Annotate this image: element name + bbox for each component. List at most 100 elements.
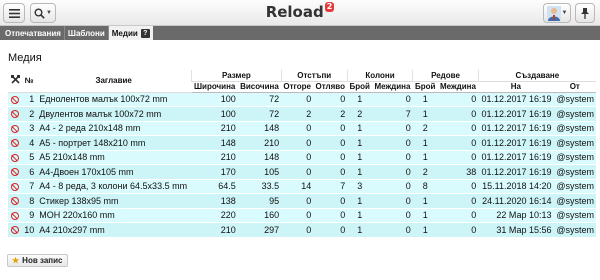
app-title-wrap: Reload 2 — [0, 2, 600, 21]
delete-icon[interactable] — [11, 110, 19, 119]
row-col-count: 1 — [347, 92, 373, 107]
row-action-cell — [8, 135, 22, 151]
row-row-count: 1 — [412, 222, 438, 238]
row-col-gap: 0 — [372, 92, 413, 107]
table-row[interactable]: 1 Еднолентов малък 100x72 mm 100 72 0 0 1 0 1 0 01… — [8, 92, 596, 107]
group-header-columns: Колони — [346, 70, 413, 82]
row-no: 1 — [22, 92, 37, 107]
row-left: 0 — [313, 150, 348, 165]
notification-badge[interactable]: 2 — [324, 2, 335, 12]
row-title[interactable]: A4 210x297 mm — [36, 222, 192, 238]
row-top: 0 — [281, 92, 314, 107]
row-title[interactable]: A4-Двоен 170x105 mm — [36, 164, 192, 180]
row-row-count: 1 — [412, 208, 438, 223]
row-title[interactable]: A5 210x148 mm — [36, 150, 192, 165]
table-row[interactable]: 7 A4 - 8 реда, 3 колони 64.5x33.5 mm 64.5 3… — [8, 179, 596, 194]
pin-icon — [581, 7, 589, 19]
row-col-gap: 0 — [372, 193, 413, 209]
tab-prints[interactable]: Отпечатвания — [2, 26, 65, 40]
row-no: 6 — [22, 164, 37, 180]
row-title[interactable]: Еднолентов малък 100x72 mm — [36, 92, 192, 107]
row-no: 10 — [22, 222, 37, 238]
media-table: № Заглавие Размер Отстъпи Колони Редове … — [8, 70, 596, 238]
row-no: 5 — [22, 150, 37, 165]
row-col-gap: 0 — [372, 121, 413, 136]
row-created-on: 24.11.2020 16:14 — [478, 193, 554, 209]
row-top: 0 — [281, 164, 314, 180]
row-left: 0 — [313, 222, 348, 238]
row-left: 2 — [313, 106, 348, 122]
table-row[interactable]: 2 Двулентов малък 100x72 mm 100 72 2 2 2 7 1 0 01.… — [8, 106, 596, 122]
row-action-cell — [8, 121, 22, 136]
col-header-created-by[interactable]: От — [553, 81, 596, 93]
row-row-gap: 0 — [437, 150, 479, 165]
row-action-cell — [8, 222, 22, 238]
row-title[interactable]: A4 - 8 реда, 3 колони 64.5x33.5 mm — [36, 179, 192, 194]
row-col-gap: 0 — [372, 150, 413, 165]
row-row-count: 2 — [412, 121, 438, 136]
table-row[interactable]: 6 A4-Двоен 170x105 mm 170 105 0 0 1 0 2 38 01.12.2… — [8, 164, 596, 180]
col-header-height[interactable]: Височина — [237, 81, 282, 93]
delete-icon[interactable] — [11, 95, 19, 104]
row-left: 7 — [313, 179, 348, 194]
user-menu-button[interactable]: ▼ — [543, 3, 571, 23]
col-header-col-count[interactable]: Брой — [347, 81, 373, 93]
delete-icon[interactable] — [11, 153, 19, 162]
row-title[interactable]: Стикер 138x95 mm — [36, 193, 192, 209]
col-header-col-gap[interactable]: Междина — [372, 81, 413, 93]
col-header-title[interactable]: Заглавие — [36, 70, 192, 93]
row-left: 0 — [313, 121, 348, 136]
delete-icon[interactable] — [11, 211, 19, 220]
table-row[interactable]: 8 Стикер 138x95 mm 138 95 0 0 1 0 1 0 24.11.2020 1… — [8, 193, 596, 209]
table-row[interactable]: 9 MOH 220x160 mm 220 160 0 0 1 0 1 0 22 Мар 10:13 @… — [8, 208, 596, 223]
row-row-count: 8 — [412, 179, 438, 194]
row-title[interactable]: Двулентов малък 100x72 mm — [36, 106, 192, 122]
row-row-gap: 0 — [437, 92, 479, 107]
col-header-created-on[interactable]: На — [478, 81, 554, 93]
new-record-button[interactable]: ★ Нов запис — [7, 254, 68, 267]
delete-icon[interactable] — [11, 168, 19, 177]
col-header-width[interactable]: Широчина — [191, 81, 238, 93]
table-row[interactable]: 5 A5 210x148 mm 210 148 0 0 1 0 1 0 01.12.2017 16:… — [8, 150, 596, 165]
col-header-row-gap[interactable]: Междина — [437, 81, 479, 93]
table-row[interactable]: 3 A4 - 2 реда 210x148 mm 210 148 0 0 1 0 2 0 01.12… — [8, 121, 596, 136]
tools-icon — [10, 75, 20, 84]
delete-icon[interactable] — [11, 182, 19, 191]
table-row[interactable]: 10 A4 210x297 mm 210 297 0 0 1 0 1 0 31 Мар 15:56 @… — [8, 222, 596, 238]
row-height: 72 — [237, 92, 282, 107]
row-left: 0 — [313, 164, 348, 180]
help-icon[interactable]: ? — [140, 28, 150, 38]
col-header-left[interactable]: Отляво — [313, 81, 348, 93]
page-title: Медия — [8, 52, 42, 64]
delete-icon[interactable] — [11, 139, 19, 148]
delete-icon[interactable] — [11, 197, 19, 206]
row-action-cell — [8, 208, 22, 223]
table-row[interactable]: 4 A5 - портрет 148x210 mm 148 210 0 0 1 0 1 0 01.1… — [8, 135, 596, 151]
col-header-row-count[interactable]: Брой — [412, 81, 438, 93]
row-created-by: @system — [553, 106, 596, 122]
row-col-count: 2 — [347, 106, 373, 122]
row-row-count: 1 — [412, 92, 438, 107]
row-no: 4 — [22, 135, 37, 151]
delete-icon[interactable] — [11, 124, 19, 133]
row-title[interactable]: A5 - портрет 148x210 mm — [36, 135, 192, 151]
delete-icon[interactable] — [11, 226, 19, 235]
row-created-by: @system — [553, 193, 596, 209]
row-top: 0 — [281, 150, 314, 165]
group-header-size: Размер — [191, 70, 282, 82]
row-title[interactable]: MOH 220x160 mm — [36, 208, 192, 223]
row-row-count: 2 — [412, 164, 438, 180]
chevron-down-icon: ▼ — [561, 10, 568, 16]
col-header-no[interactable]: № — [22, 70, 37, 93]
tab-templates[interactable]: Шаблони — [65, 26, 109, 40]
row-no: 8 — [22, 193, 37, 209]
group-header-created: Създаване — [477, 70, 596, 82]
row-left: 0 — [313, 135, 348, 151]
tab-media[interactable]: Медии? — [108, 26, 153, 40]
row-title[interactable]: A4 - 2 реда 210x148 mm — [36, 121, 192, 136]
row-width: 170 — [191, 164, 238, 180]
row-height: 210 — [237, 135, 282, 151]
row-width: 138 — [191, 193, 238, 209]
col-header-top[interactable]: Отгоре — [281, 81, 314, 93]
pin-button[interactable] — [575, 3, 595, 23]
